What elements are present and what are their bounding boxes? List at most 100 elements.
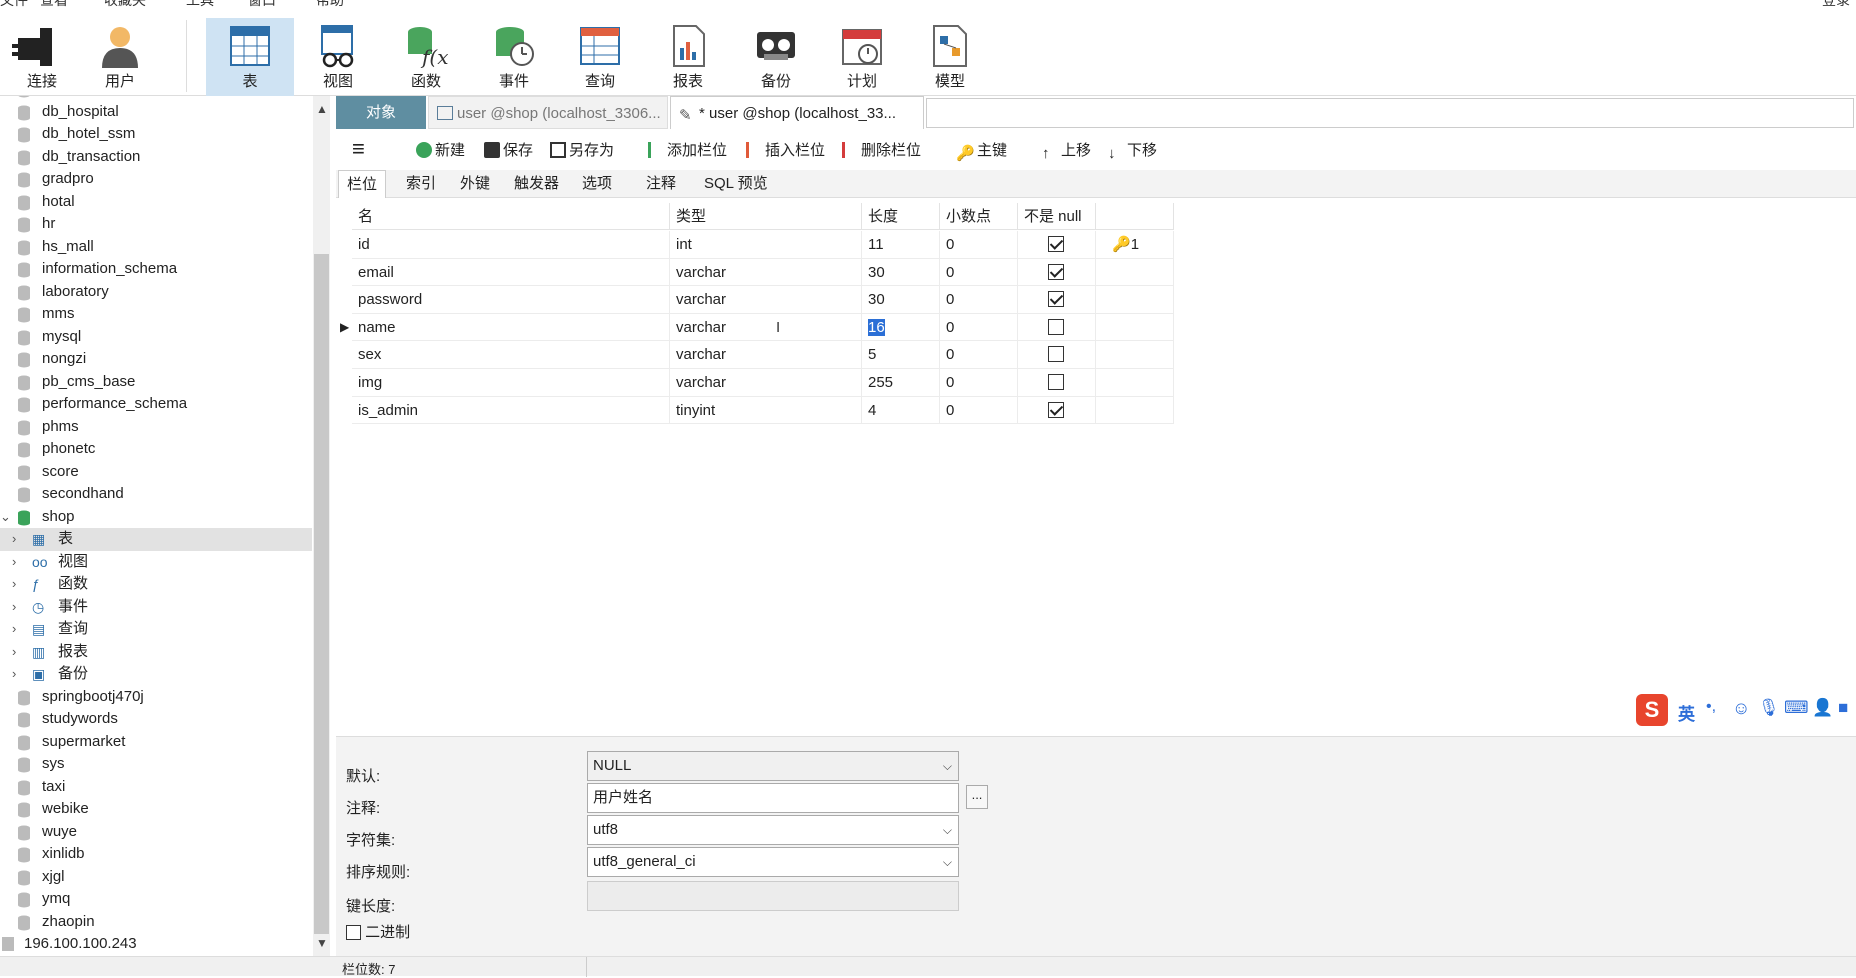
tree-database-item[interactable]: information_schema (0, 258, 312, 281)
key-cell[interactable]: 🔑1 (1096, 231, 1174, 259)
primary-key-button[interactable]: 🔑 主键 (956, 139, 1007, 163)
not-null-cell[interactable] (1018, 341, 1096, 369)
tab-user-table-2[interactable]: ✎ * user @shop (localhost_33... (670, 96, 924, 129)
tree-connection[interactable]: 196.100.100.243 (0, 933, 312, 956)
tree-database-item[interactable]: springbootj470j (0, 686, 312, 709)
toolbar-user-button[interactable]: 用户 (78, 18, 162, 98)
field-length-cell[interactable]: 5 (862, 341, 940, 369)
not-null-checkbox[interactable] (1048, 374, 1064, 390)
tree-database-item[interactable]: mysql (0, 326, 312, 349)
keyboard-icon[interactable]: ⌨ (1784, 698, 1809, 718)
charset-select[interactable]: utf8 ⌵ (587, 815, 959, 845)
column-header-key[interactable] (1096, 203, 1174, 230)
tree-database-item[interactable]: mms (0, 303, 312, 326)
menu-window[interactable]: 窗口 (248, 0, 276, 8)
save-as-button[interactable]: 另存为 (550, 139, 614, 163)
column-header-length[interactable]: 长度 (862, 203, 940, 230)
key-cell[interactable] (1096, 369, 1174, 397)
field-decimals-cell[interactable]: 0 (940, 286, 1018, 314)
tree-database-item[interactable]: wuye (0, 821, 312, 844)
tab-user-table-1[interactable]: user @shop (localhost_3306... (428, 96, 668, 129)
menu-tools[interactable]: 工具 (186, 0, 214, 8)
field-name-cell[interactable]: password (352, 286, 670, 314)
comment-input[interactable]: 用户姓名 (587, 783, 959, 813)
field-name-cell[interactable]: img (352, 369, 670, 397)
menu-icon[interactable]: ≡ (352, 138, 365, 163)
field-name-cell[interactable]: email (352, 258, 670, 287)
tree-database-item[interactable]: hotal (0, 191, 312, 214)
subtab-triggers[interactable]: 触发器 (506, 170, 567, 198)
chevron-right-icon[interactable]: › (12, 618, 16, 641)
field-row[interactable]: ▶ name varchar I 16 0 (336, 313, 1516, 342)
move-up-button[interactable]: ↑ 上移 (1042, 139, 1091, 163)
not-null-cell[interactable] (1018, 313, 1096, 342)
skin-icon[interactable]: 👤 (1812, 698, 1833, 718)
toolbar-report-button[interactable]: 报表 (646, 18, 730, 98)
column-header-decimals[interactable]: 小数点 (940, 203, 1018, 230)
field-name-cell[interactable]: sex (352, 341, 670, 369)
subtab-fields[interactable]: 栏位 (338, 170, 387, 198)
key-cell[interactable] (1096, 341, 1174, 369)
tree-database-item[interactable]: gradpro (0, 168, 312, 191)
not-null-cell[interactable] (1018, 258, 1096, 287)
field-length-cell[interactable]: 255 (862, 369, 940, 397)
chevron-right-icon[interactable]: › (12, 663, 16, 686)
tree-database-item[interactable]: secondhand (0, 483, 312, 506)
field-length-cell[interactable]: 30 (862, 258, 940, 287)
field-decimals-cell[interactable]: 0 (940, 396, 1018, 425)
binary-checkbox[interactable]: 二进制 (346, 921, 410, 942)
tree-database-item[interactable]: score (0, 461, 312, 484)
add-field-button[interactable]: 添加栏位 (648, 139, 727, 163)
tree-database-item[interactable]: hs_mall (0, 236, 312, 259)
menu-login[interactable]: 登录 (1822, 0, 1850, 8)
field-name-cell[interactable]: is_admin (352, 396, 670, 425)
tree-node-function[interactable]: › ƒ 函数 (0, 573, 312, 596)
tree-database-item[interactable]: sys (0, 753, 312, 776)
menu-help[interactable]: 帮助 (316, 0, 344, 8)
column-header-name[interactable]: 名 (352, 203, 670, 230)
tree-node-table[interactable]: › ▦ 表 (0, 528, 312, 551)
field-decimals-cell[interactable]: 0 (940, 231, 1018, 259)
toolbar-view-button[interactable]: 视图 (296, 18, 380, 98)
tree-node-query[interactable]: › ▤ 查询 (0, 618, 312, 641)
menu-favorites[interactable]: 收藏夹 (104, 0, 146, 8)
not-null-cell[interactable] (1018, 286, 1096, 314)
field-row[interactable]: password varchar 30 0 (336, 286, 1516, 314)
tree-node-backup[interactable]: › ▣ 备份 (0, 663, 312, 686)
key-cell[interactable] (1096, 286, 1174, 314)
field-length-cell[interactable]: 11 (862, 231, 940, 259)
tree-database-item[interactable]: db_transaction (0, 146, 312, 169)
toolbar-query-button[interactable]: 查询 (558, 18, 642, 98)
save-button[interactable]: 保存 (484, 139, 533, 163)
toolbar-model-button[interactable]: 模型 (908, 18, 992, 98)
collation-select[interactable]: utf8_general_ci ⌵ (587, 847, 959, 877)
field-type-cell[interactable]: varchar (670, 369, 862, 397)
tree-database-item[interactable]: nongzi (0, 348, 312, 371)
ime-language[interactable]: 英 (1678, 700, 1695, 725)
field-row[interactable]: id int 11 0 🔑1 (336, 231, 1516, 259)
tree-database-item[interactable]: webike (0, 798, 312, 821)
ime-punctuation[interactable]: •, (1706, 698, 1716, 716)
key-length-input[interactable] (587, 881, 959, 911)
delete-field-button[interactable]: 删除栏位 (842, 139, 921, 163)
tree-database-item[interactable]: studywords (0, 708, 312, 731)
not-null-cell[interactable] (1018, 231, 1096, 259)
emoji-icon[interactable]: ☺ (1732, 698, 1750, 719)
field-decimals-cell[interactable]: 0 (940, 313, 1018, 342)
insert-field-button[interactable]: 插入栏位 (746, 139, 825, 163)
field-row[interactable]: email varchar 30 0 (336, 258, 1516, 287)
chevron-right-icon[interactable]: › (12, 641, 16, 664)
toolbar-function-button[interactable]: f(x) 函数 (384, 18, 468, 98)
field-row[interactable]: img varchar 255 0 (336, 369, 1516, 397)
field-length-cell[interactable]: 16 (862, 313, 940, 342)
field-type-cell[interactable]: varchar I (670, 313, 862, 342)
sidebar-scroll-thumb[interactable] (314, 254, 329, 934)
toolbar-table-button[interactable]: 表 (206, 18, 294, 98)
tree-node-report[interactable]: › ▥ 报表 (0, 641, 312, 664)
field-type-cell[interactable]: varchar (670, 286, 862, 314)
field-decimals-cell[interactable]: 0 (940, 341, 1018, 369)
tree-database-item[interactable]: xinlidb (0, 843, 312, 866)
field-decimals-cell[interactable]: 0 (940, 258, 1018, 287)
tree-database-item[interactable]: pb_cms_base (0, 371, 312, 394)
toolbar-event-button[interactable]: 事件 (472, 18, 556, 98)
